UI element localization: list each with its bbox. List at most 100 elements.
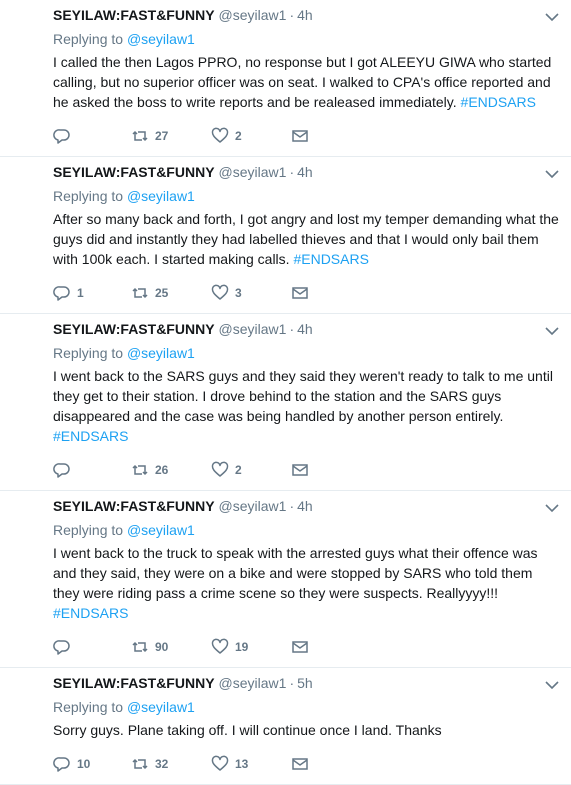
reply-button[interactable] bbox=[53, 127, 131, 145]
tweet-body: I went back to the SARS guys and they sa… bbox=[53, 368, 553, 424]
chevron-down-icon[interactable] bbox=[543, 324, 561, 338]
replying-to-link[interactable]: @seyilaw1 bbox=[127, 345, 195, 361]
tweet-header: SEYILAW:FAST&FUNNY @seyilaw1 · 5h bbox=[53, 674, 559, 692]
direct-message-button[interactable] bbox=[291, 127, 369, 145]
replying-to: Replying to @seyilaw1 bbox=[53, 344, 559, 362]
heart-icon bbox=[211, 127, 229, 143]
reply-button[interactable]: 10 bbox=[53, 755, 131, 773]
like-count: 3 bbox=[235, 286, 242, 300]
hashtag-link[interactable]: #ENDSARS bbox=[53, 605, 128, 621]
tweet[interactable]: SEYILAW:FAST&FUNNY @seyilaw1 · 5h Replyi… bbox=[0, 668, 571, 785]
separator-dot: · bbox=[289, 164, 295, 180]
tweet-actions: 90 19 bbox=[53, 629, 559, 667]
direct-message-icon bbox=[292, 758, 308, 770]
retweet-icon bbox=[132, 641, 148, 653]
like-button[interactable]: 3 bbox=[211, 284, 291, 302]
tweet-header: SEYILAW:FAST&FUNNY @seyilaw1 · 4h bbox=[53, 497, 559, 515]
author-handle[interactable]: @seyilaw1 bbox=[219, 6, 287, 24]
tweet-text: I went back to the truck to speak with t… bbox=[53, 543, 559, 623]
reply-count: 1 bbox=[77, 286, 84, 300]
author-name[interactable]: SEYILAW:FAST&FUNNY bbox=[53, 674, 215, 692]
retweet-count: 90 bbox=[155, 640, 169, 654]
replying-to-link[interactable]: @seyilaw1 bbox=[127, 188, 195, 204]
replying-to-link[interactable]: @seyilaw1 bbox=[127, 699, 195, 715]
tweet-text: Sorry guys. Plane taking off. I will con… bbox=[53, 720, 559, 740]
direct-message-icon bbox=[292, 641, 308, 653]
tweet[interactable]: SEYILAW:FAST&FUNNY @seyilaw1 · 4h Replyi… bbox=[0, 0, 571, 157]
chevron-down-icon[interactable] bbox=[543, 501, 561, 515]
retweet-icon bbox=[132, 130, 148, 142]
retweet-button[interactable]: 32 bbox=[131, 755, 211, 773]
reply-button[interactable] bbox=[53, 461, 131, 479]
retweet-button[interactable]: 26 bbox=[131, 461, 211, 479]
retweet-button[interactable]: 27 bbox=[131, 127, 211, 145]
tweet[interactable]: SEYILAW:FAST&FUNNY @seyilaw1 · 4h Replyi… bbox=[0, 491, 571, 668]
tweet-timestamp[interactable]: 4h bbox=[297, 497, 313, 515]
replying-to: Replying to @seyilaw1 bbox=[53, 698, 559, 716]
direct-message-button[interactable] bbox=[291, 284, 369, 302]
direct-message-icon bbox=[292, 464, 308, 476]
heart-icon bbox=[211, 755, 229, 771]
reply-button[interactable] bbox=[53, 638, 131, 656]
hashtag-link[interactable]: #ENDSARS bbox=[293, 251, 368, 267]
tweet-timestamp[interactable]: 5h bbox=[297, 674, 313, 692]
reply-button[interactable]: 1 bbox=[53, 284, 131, 302]
author-handle[interactable]: @seyilaw1 bbox=[219, 163, 287, 181]
author-handle[interactable]: @seyilaw1 bbox=[219, 674, 287, 692]
tweet[interactable]: SEYILAW:FAST&FUNNY @seyilaw1 · 4h Replyi… bbox=[0, 157, 571, 314]
replying-to-link[interactable]: @seyilaw1 bbox=[127, 522, 195, 538]
author-name[interactable]: SEYILAW:FAST&FUNNY bbox=[53, 497, 215, 515]
replying-to: Replying to @seyilaw1 bbox=[53, 187, 559, 205]
retweet-count: 26 bbox=[155, 463, 169, 477]
author-handle[interactable]: @seyilaw1 bbox=[219, 497, 287, 515]
tweet-timestamp[interactable]: 4h bbox=[297, 320, 313, 338]
tweet-timestamp[interactable]: 4h bbox=[297, 163, 313, 181]
retweet-icon bbox=[132, 287, 148, 299]
like-count: 13 bbox=[235, 757, 249, 771]
tweet-thread: SEYILAW:FAST&FUNNY @seyilaw1 · 4h Replyi… bbox=[0, 0, 571, 785]
replying-to: Replying to @seyilaw1 bbox=[53, 521, 559, 539]
separator-dot: · bbox=[289, 321, 295, 337]
like-button[interactable]: 19 bbox=[211, 638, 291, 656]
direct-message-button[interactable] bbox=[291, 755, 369, 773]
replying-to-link[interactable]: @seyilaw1 bbox=[127, 31, 195, 47]
chevron-down-icon[interactable] bbox=[543, 167, 561, 181]
replying-to-label: Replying to bbox=[53, 699, 124, 715]
chevron-down-icon[interactable] bbox=[543, 10, 561, 24]
like-button[interactable]: 2 bbox=[211, 127, 291, 145]
direct-message-button[interactable] bbox=[291, 461, 369, 479]
replying-to: Replying to @seyilaw1 bbox=[53, 30, 559, 48]
retweet-button[interactable]: 25 bbox=[131, 284, 211, 302]
retweet-button[interactable]: 90 bbox=[131, 638, 211, 656]
separator-dot: · bbox=[289, 7, 295, 23]
like-button[interactable]: 2 bbox=[211, 461, 291, 479]
reply-icon bbox=[53, 640, 70, 655]
separator-dot: · bbox=[289, 675, 295, 691]
author-handle[interactable]: @seyilaw1 bbox=[219, 320, 287, 338]
tweet-timestamp[interactable]: 4h bbox=[297, 6, 313, 24]
reply-count: 10 bbox=[77, 757, 91, 771]
heart-icon bbox=[211, 284, 229, 300]
like-button[interactable]: 13 bbox=[211, 755, 291, 773]
hashtag-link[interactable]: #ENDSARS bbox=[461, 94, 536, 110]
replying-to-label: Replying to bbox=[53, 31, 124, 47]
tweet-actions: 1 25 3 bbox=[53, 275, 559, 313]
reply-icon bbox=[53, 463, 70, 478]
chevron-down-icon[interactable] bbox=[543, 678, 561, 692]
direct-message-button[interactable] bbox=[291, 638, 369, 656]
like-count: 2 bbox=[235, 129, 242, 143]
reply-icon bbox=[53, 286, 70, 301]
retweet-count: 27 bbox=[155, 129, 169, 143]
separator-dot: · bbox=[289, 498, 295, 514]
direct-message-icon bbox=[292, 130, 308, 142]
author-name[interactable]: SEYILAW:FAST&FUNNY bbox=[53, 163, 215, 181]
tweet-body: Sorry guys. Plane taking off. I will con… bbox=[53, 722, 442, 738]
tweet-header: SEYILAW:FAST&FUNNY @seyilaw1 · 4h bbox=[53, 6, 559, 24]
tweet-text: I called the then Lagos PPRO, no respons… bbox=[53, 52, 559, 112]
tweet[interactable]: SEYILAW:FAST&FUNNY @seyilaw1 · 4h Replyi… bbox=[0, 314, 571, 491]
reply-icon bbox=[53, 129, 70, 144]
author-name[interactable]: SEYILAW:FAST&FUNNY bbox=[53, 320, 215, 338]
author-name[interactable]: SEYILAW:FAST&FUNNY bbox=[53, 6, 215, 24]
direct-message-icon bbox=[292, 287, 308, 299]
hashtag-link[interactable]: #ENDSARS bbox=[53, 428, 128, 444]
